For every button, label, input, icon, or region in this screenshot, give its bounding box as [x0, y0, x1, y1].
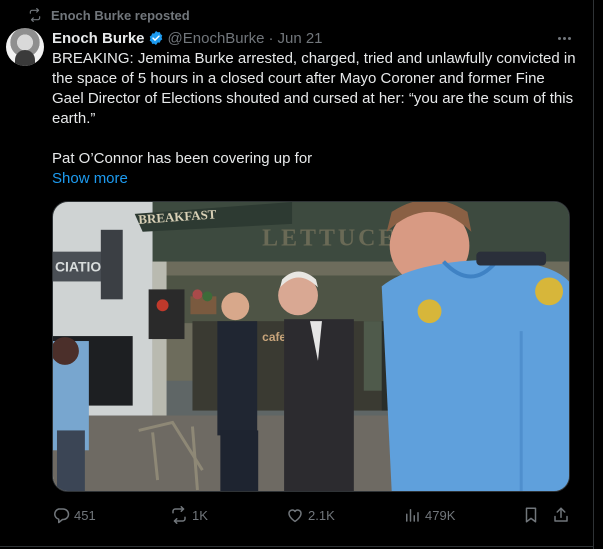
author-handle[interactable]: @EnochBurke: [168, 30, 265, 47]
more-dot: [557, 36, 561, 40]
view-count: 479K: [425, 507, 456, 523]
tweet-media-image[interactable]: CIATION BREAKFAST LETTUCE EAT cafe: [52, 201, 570, 492]
tweet-actions: 451 1K 2.1K 479K: [52, 503, 574, 527]
bookmark-icon: [525, 507, 537, 523]
avatar[interactable]: [6, 28, 44, 66]
tweet-bottom-divider: [0, 546, 593, 547]
repost-count: 1K: [192, 507, 208, 523]
tweet-header: Enoch Burke @EnochBurke · Jun 21: [52, 28, 323, 48]
repost-button[interactable]: 1K: [170, 503, 208, 527]
reply-count: 451: [74, 507, 96, 523]
more-options-button[interactable]: [553, 28, 575, 48]
separator-dot: ·: [268, 29, 274, 47]
tweet-paragraph-1: BREAKING: Jemima Burke arrested, charged…: [52, 50, 576, 127]
tweet-paragraph-2: Pat O’Connor has been covering up for: [52, 150, 313, 167]
street-photo: CIATION BREAKFAST LETTUCE EAT cafe: [53, 202, 569, 491]
tweet-date[interactable]: Jun 21: [277, 30, 322, 47]
views-button[interactable]: 479K: [403, 503, 455, 527]
repost-icon: [172, 506, 186, 524]
more-dot: [562, 36, 566, 40]
column-divider: [593, 0, 594, 549]
like-button[interactable]: 2.1K: [286, 503, 335, 527]
analytics-icon: [406, 509, 419, 522]
bookmark-button[interactable]: [522, 503, 540, 527]
repost-icon: [29, 8, 41, 22]
social-context[interactable]: Enoch Burke reposted: [28, 6, 190, 24]
social-context-label: Enoch Burke reposted: [51, 7, 190, 23]
verified-badge-icon[interactable]: [148, 30, 164, 46]
share-button[interactable]: [552, 503, 570, 527]
reply-button[interactable]: 451: [52, 503, 96, 527]
share-icon: [554, 507, 568, 522]
sign-cafe: cafe: [262, 330, 286, 344]
like-count: 2.1K: [308, 507, 335, 523]
show-more-link[interactable]: Show more: [52, 169, 128, 189]
author-name[interactable]: Enoch Burke: [52, 30, 145, 47]
heart-icon: [288, 509, 302, 523]
tweet-text: BREAKING: Jemima Burke arrested, charged…: [52, 49, 577, 169]
reply-icon: [54, 508, 70, 524]
more-dot: [567, 36, 571, 40]
